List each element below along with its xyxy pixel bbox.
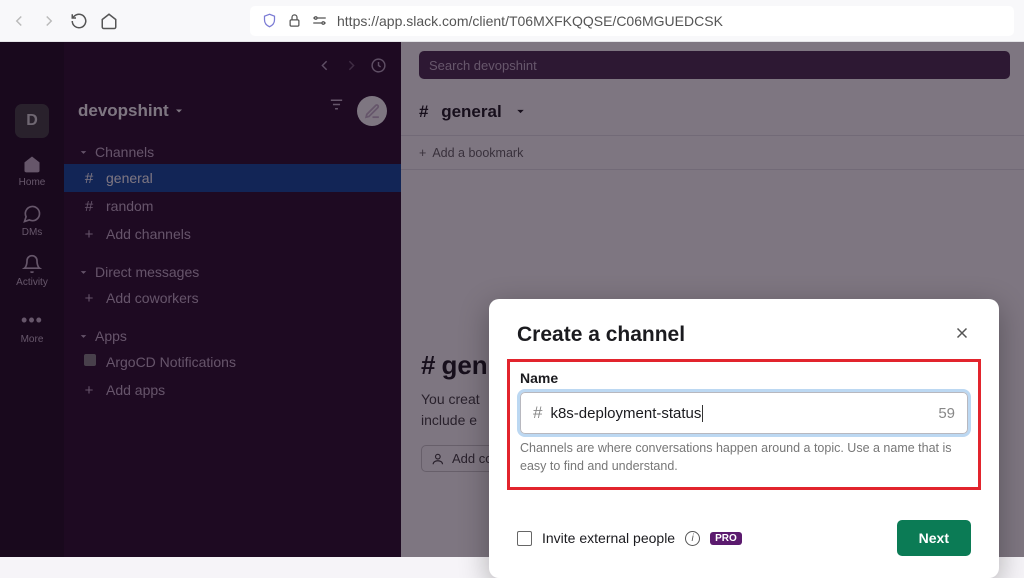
sidebar-channel-general[interactable]: #general	[64, 164, 401, 192]
chevron-down-icon	[173, 105, 185, 117]
forward-icon[interactable]	[40, 12, 58, 30]
url-text: https://app.slack.com/client/T06MXFKQQSE…	[337, 13, 723, 29]
caret-down-icon	[78, 147, 89, 158]
home-icon[interactable]	[100, 12, 118, 30]
rail-more[interactable]: ••• More	[21, 304, 44, 345]
add-bookmark[interactable]: +Add a bookmark	[401, 136, 1024, 170]
compose-button[interactable]	[357, 96, 387, 126]
highlighted-field-area: Name # k8s-deployment-status 59 Channels…	[507, 359, 981, 490]
filter-icon[interactable]	[328, 96, 345, 113]
next-button[interactable]: Next	[897, 520, 971, 556]
reload-icon[interactable]	[70, 12, 88, 30]
rail-home[interactable]: Home	[19, 154, 46, 188]
apps-header[interactable]: Apps	[64, 324, 401, 348]
history-forward-icon[interactable]	[343, 57, 360, 74]
search-input[interactable]: Search devopshint	[419, 51, 1010, 79]
rail-dms[interactable]: DMs	[22, 204, 43, 238]
input-value: k8s-deployment-status	[550, 405, 703, 422]
char-counter: 59	[938, 405, 955, 422]
channels-header[interactable]: Channels	[64, 140, 401, 164]
history-back-icon[interactable]	[316, 57, 333, 74]
name-label: Name	[520, 370, 968, 386]
caret-down-icon	[78, 331, 89, 342]
channel-header[interactable]: # general	[401, 88, 1024, 136]
browser-toolbar: https://app.slack.com/client/T06MXFKQQSE…	[0, 0, 1024, 42]
lock-icon	[287, 13, 302, 28]
person-add-icon	[432, 452, 446, 466]
workspace-rail: D Home DMs Activity ••• More	[0, 42, 64, 557]
shield-icon	[262, 13, 277, 28]
workspace-header[interactable]: devopshint	[64, 88, 401, 134]
sidebar: devopshint Channels #general #random +Ad…	[64, 42, 401, 557]
caret-down-icon	[78, 267, 89, 278]
back-icon[interactable]	[10, 12, 28, 30]
invite-checkbox[interactable]	[517, 531, 532, 546]
url-bar[interactable]: https://app.slack.com/client/T06MXFKQQSE…	[250, 6, 1014, 36]
close-button[interactable]	[953, 324, 971, 347]
hash-icon: #	[533, 403, 542, 423]
chevron-down-icon	[514, 105, 527, 118]
rail-activity[interactable]: Activity	[16, 254, 48, 288]
sidebar-channel-random[interactable]: #random	[64, 192, 401, 220]
invite-external-row[interactable]: Invite external people i PRO	[517, 530, 742, 546]
history-icon[interactable]	[370, 57, 387, 74]
create-channel-modal: Create a channel Name # k8s-deployment-s…	[489, 299, 999, 578]
settings-icon	[312, 13, 327, 28]
sidebar-add-channels[interactable]: +Add channels	[64, 220, 401, 248]
sidebar-add-coworkers[interactable]: +Add coworkers	[64, 284, 401, 312]
sidebar-add-apps[interactable]: +Add apps	[64, 376, 401, 404]
sidebar-app-argocd[interactable]: ArgoCD Notifications	[64, 348, 401, 376]
helper-text: Channels are where conversations happen …	[520, 440, 968, 475]
pro-badge: PRO	[710, 532, 742, 545]
app-avatar-icon	[82, 352, 96, 372]
workspace-switcher[interactable]: D	[15, 104, 49, 138]
dm-header[interactable]: Direct messages	[64, 260, 401, 284]
channel-name-input[interactable]: # k8s-deployment-status 59	[520, 392, 968, 434]
info-icon[interactable]: i	[685, 531, 700, 546]
search-row: Search devopshint	[401, 42, 1024, 88]
top-nav	[64, 42, 401, 88]
modal-title: Create a channel	[517, 323, 685, 347]
